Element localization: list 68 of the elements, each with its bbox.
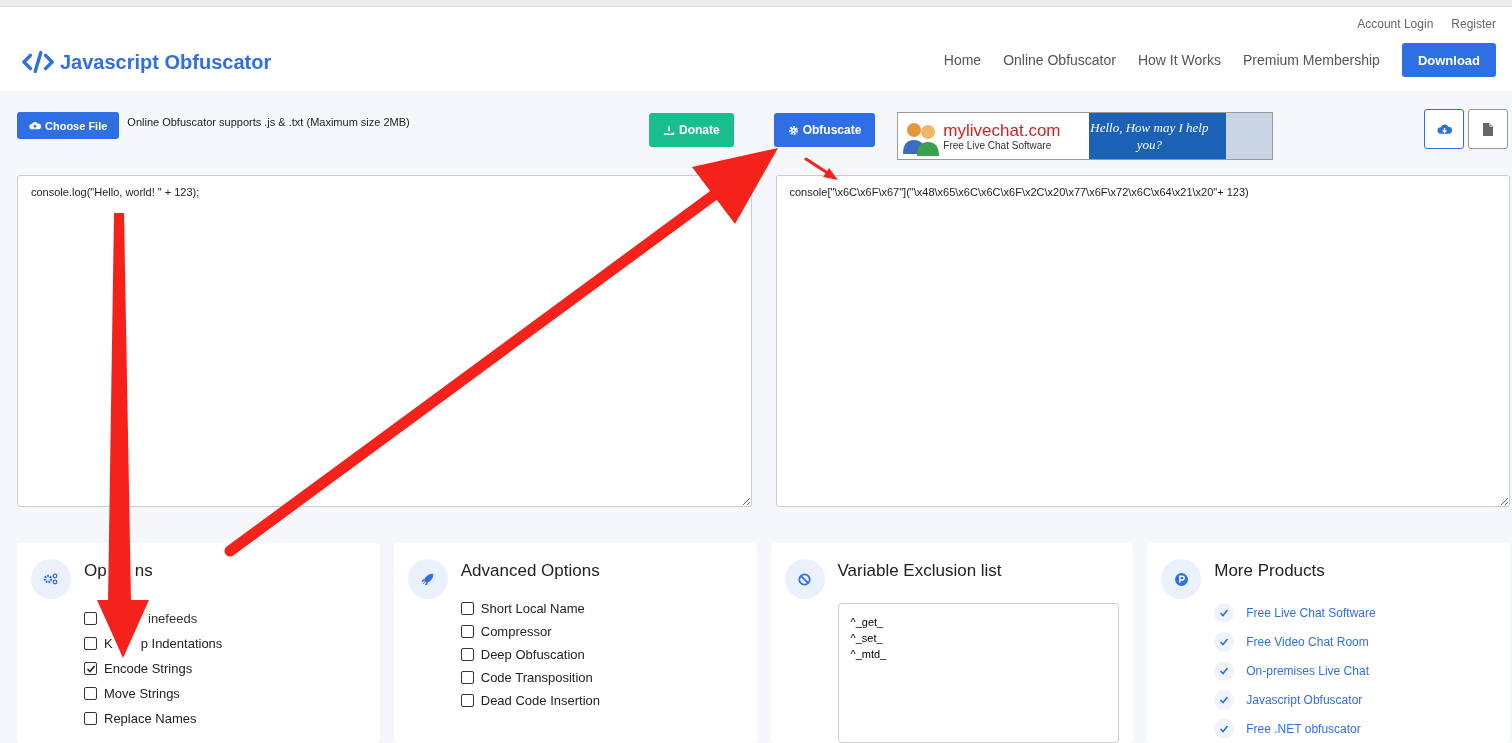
card-title: Advanced Options: [460, 561, 601, 581]
checkmark-icon: [1214, 632, 1235, 652]
product-link[interactable]: Free Video Chat Room: [1246, 635, 1369, 649]
nav-link[interactable]: Premium Membership: [1242, 52, 1380, 68]
card-title: Variable Exclusion list: [837, 561, 1003, 581]
gear-icon: [787, 124, 799, 136]
checkbox[interactable]: [84, 662, 97, 675]
ad-banner[interactable]: mylivechat.com Free Live Chat Software Hello, How may I help you?: [897, 112, 1274, 160]
option-checkbox[interactable]: Short Local Name: [460, 601, 585, 616]
file-icon-button[interactable]: [1468, 109, 1508, 149]
option-label[interactable]: K: [104, 636, 113, 651]
nav-link[interactable]: Home: [943, 52, 982, 68]
checkmark-icon: [1214, 661, 1235, 681]
option-checkbox[interactable]: Deep Obfuscation: [460, 647, 585, 662]
exclusion-list-field[interactable]: ^_get_ ^_set_ ^_mtd_: [837, 603, 1120, 743]
file-support-note: Online Obfuscator supports .js & .txt (Maximum size 2MB): [127, 116, 410, 128]
checkbox[interactable]: [460, 671, 474, 684]
code-output-field[interactable]: console["\x6C\x6F\x67"]("\x48\x65\x6C\x6C\x6F\x2C\x20\x77\x6F\x72\x6C\x64\x21\x20"+ 123): [775, 175, 1510, 507]
option-label[interactable]: Encode Strings: [104, 661, 193, 676]
obfuscate-button[interactable]: Obfuscate: [773, 113, 876, 147]
checkbox[interactable]: [460, 694, 474, 707]
cloud-upload-icon: [29, 121, 41, 130]
code-icon: [22, 50, 54, 74]
checkmark-icon: [1214, 719, 1235, 739]
hand-icon: [663, 124, 675, 136]
download-button[interactable]: Download: [1401, 43, 1496, 77]
checkbox[interactable]: [84, 687, 97, 700]
rocket-icon: [407, 559, 448, 599]
card-title: ns: [134, 561, 153, 581]
checkbox[interactable]: [460, 625, 474, 638]
code-input-field[interactable]: console.log("Hello, world! " + 123);: [17, 175, 752, 507]
nav-link[interactable]: How It Works: [1137, 52, 1221, 68]
checkbox[interactable]: [460, 648, 474, 661]
file-icon: [1483, 122, 1493, 136]
product-link[interactable]: Javascript Obfuscator: [1246, 693, 1363, 707]
option-label[interactable]: Replace Names: [104, 711, 197, 726]
product-link[interactable]: On-premises Live Chat: [1246, 664, 1369, 678]
checkbox[interactable]: [84, 712, 97, 725]
ban-icon: [784, 559, 825, 599]
card-title: More Products: [1214, 561, 1326, 581]
ad-subline: Free Live Chat Software: [943, 140, 1053, 151]
checkbox[interactable]: [460, 602, 474, 615]
top-link[interactable]: Account Login: [1357, 17, 1434, 31]
checkbox[interactable]: [84, 637, 97, 650]
option-checkbox[interactable]: Dead Code Insertion: [460, 693, 600, 708]
site-title: Javascript Obfuscator: [60, 50, 272, 74]
checkmark-icon: [1214, 603, 1235, 623]
arrow-annotation: [804, 157, 838, 180]
option-label[interactable]: p Indentations: [140, 636, 223, 651]
ad-greeting: Hello, How may I help you?: [1089, 119, 1210, 153]
option-checkbox[interactable]: Compressor: [460, 624, 552, 639]
checkbox[interactable]: [84, 612, 97, 625]
nav-link[interactable]: Online Obfuscator: [1003, 52, 1116, 68]
ad-headline: mylivechat.com: [943, 121, 1061, 140]
download-icon-button[interactable]: [1424, 109, 1464, 149]
option-label[interactable]: Move Strings: [104, 686, 180, 701]
product-link[interactable]: Free Live Chat Software: [1246, 606, 1376, 620]
product-link[interactable]: Free .NET obfuscator: [1246, 722, 1361, 736]
card-title: Op: [84, 561, 107, 581]
gears-icon: [31, 559, 71, 599]
p-circle-icon: [1161, 559, 1202, 599]
choose-file-button[interactable]: Choose File: [17, 112, 120, 139]
option-checkbox[interactable]: Code Transposition: [460, 670, 593, 685]
top-link[interactable]: Register: [1451, 17, 1496, 31]
checkmark-icon: [1214, 690, 1235, 710]
option-label[interactable]: inefeeds: [148, 611, 198, 626]
cloud-download-icon: [1436, 123, 1452, 135]
photo-placeholder: [1226, 113, 1273, 159]
